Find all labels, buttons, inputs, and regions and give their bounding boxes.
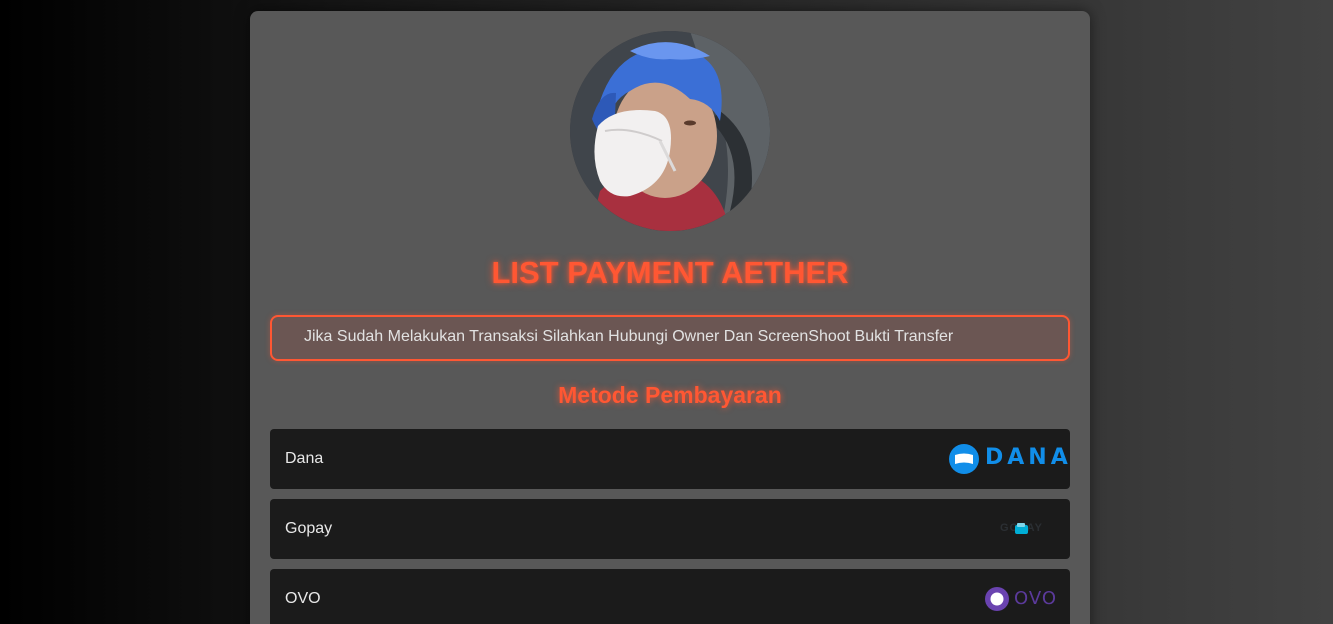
dana-logo-icon: DANA — [948, 443, 1068, 475]
payment-method-dana[interactable]: Dana DANA — [270, 429, 1070, 489]
method-name: Dana — [285, 450, 324, 467]
ovo-logo-icon: OVO — [984, 583, 1056, 615]
ovo-logo-text: OVO — [1014, 588, 1058, 609]
avatar-photo — [570, 31, 770, 231]
notice-banner: Jika Sudah Melakukan Transaksi Silahkan … — [270, 315, 1070, 361]
page-title: LIST PAYMENT AETHER — [491, 255, 849, 290]
payment-method-gopay[interactable]: Gopay GOPAY — [270, 499, 1070, 559]
notice-text: Jika Sudah Melakukan Transaksi Silahkan … — [304, 328, 954, 345]
ovo-circle-icon — [985, 587, 1009, 611]
section-title: Metode Pembayaran — [558, 382, 782, 408]
method-name: Gopay — [285, 520, 333, 537]
payment-card: LIST PAYMENT AETHER Jika Sudah Melakukan… — [250, 11, 1090, 624]
gopay-logo-icon: GOPAY — [1000, 513, 1056, 545]
dana-wallet-icon — [949, 444, 979, 474]
avatar — [570, 31, 770, 231]
method-name: OVO — [285, 590, 321, 607]
gopay-wallet-icon — [1015, 523, 1028, 534]
payment-method-ovo[interactable]: OVO OVO — [270, 569, 1070, 624]
dana-logo-text: DANA — [985, 445, 1072, 470]
